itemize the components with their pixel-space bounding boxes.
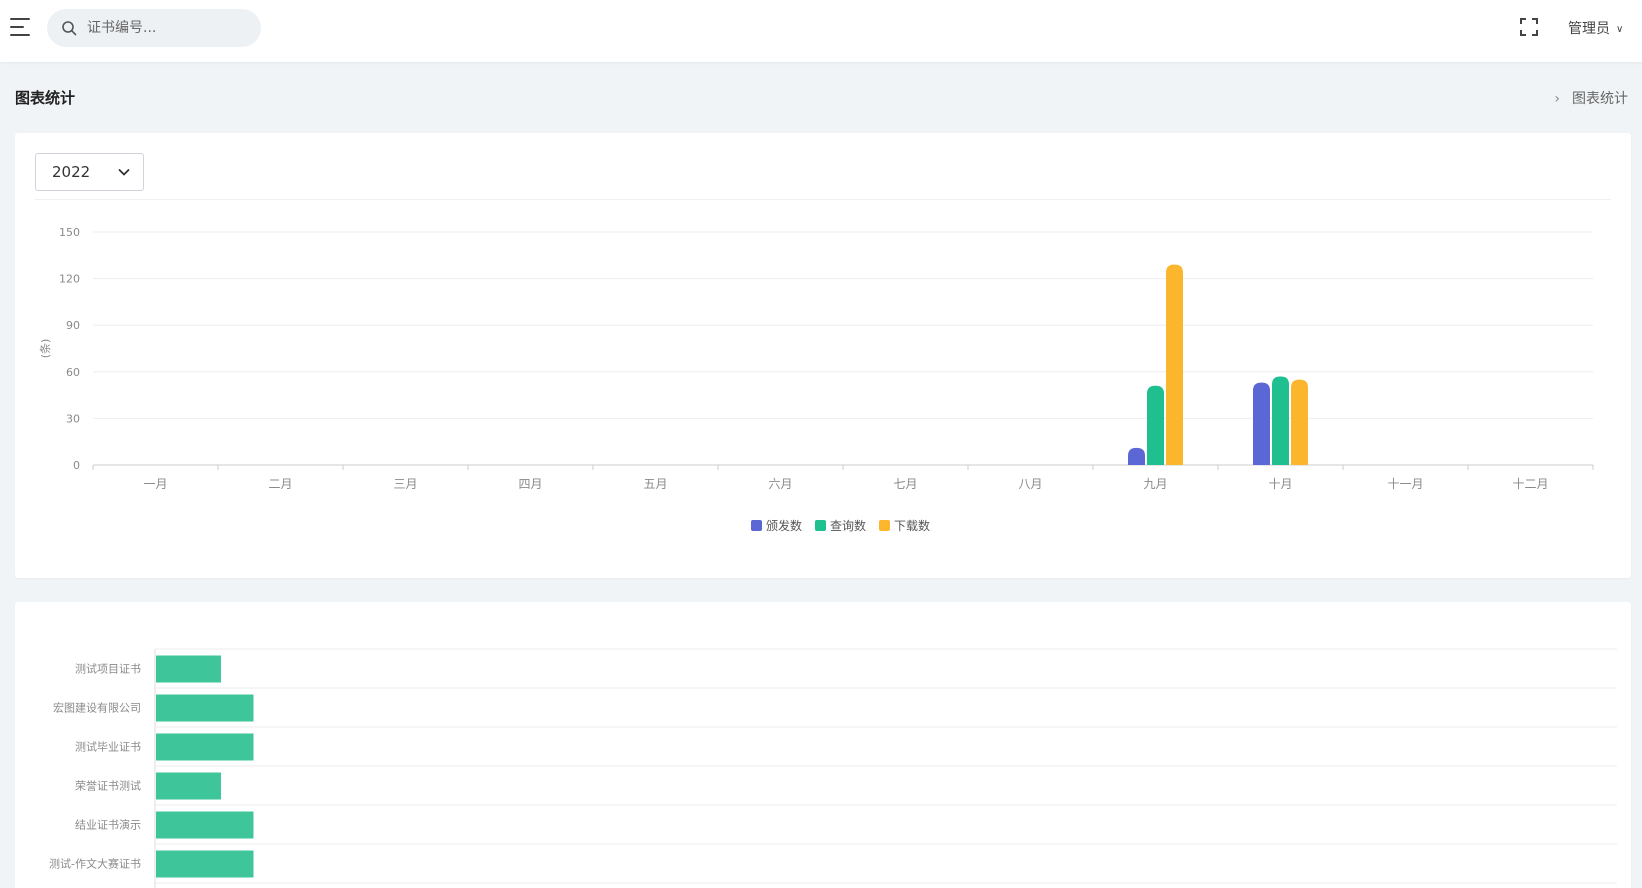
legend-swatch [751, 520, 762, 531]
breadcrumb-current[interactable]: 图表统计 [1572, 91, 1628, 107]
y-tick-label: 0 [73, 459, 80, 472]
y-tick-label: 150 [59, 226, 80, 239]
search-icon [62, 21, 77, 36]
x-tick-label: 五月 [643, 477, 667, 491]
x-tick-label: 八月 [1018, 477, 1042, 491]
x-tick-label: 一月 [143, 477, 167, 491]
legend-label: 下载数 [894, 518, 930, 533]
bar-3 [1166, 264, 1183, 465]
x-tick-label: 九月 [1143, 477, 1167, 491]
user-menu[interactable]: 管理员 ∨ [1568, 18, 1623, 38]
certificate-stats-card: 测试项目证书宏图建设有限公司测试毕业证书 荣誉证书测试 结业证书演示测试-作文大赛证… [15, 602, 1631, 888]
x-tick-label: 十二月 [1512, 477, 1548, 491]
y-tick-label: 30 [66, 412, 80, 425]
chevron-down-icon: ∨ [1616, 24, 1624, 35]
breadcrumb: › 图表统计 [1554, 88, 1628, 108]
y-tick-label: 测试-作文大赛证书 [49, 857, 141, 871]
y-tick-label: 60 [66, 366, 80, 379]
user-name: 管理员 [1568, 21, 1610, 37]
bar-1 [1128, 447, 1145, 465]
y-axis-label: (条) [38, 339, 52, 359]
x-tick-label: 七月 [893, 477, 917, 491]
y-tick-label: 结业证书演示 [75, 818, 141, 832]
legend-swatch [815, 520, 826, 531]
y-tick-label: 90 [66, 319, 80, 332]
x-tick-label: 四月 [518, 477, 542, 491]
monthly-bar-chart: 0 30 60 90 120 150 (条) 一月 二月 三月 四月 五月 六月 七月 八月 九月 十月 十一月 十… [38, 226, 1594, 533]
top-bar: 管理员 ∨ [0, 0, 1642, 62]
bar [156, 811, 254, 839]
x-tick-label: 六月 [768, 477, 792, 491]
y-tick-label: 荣誉证书测试 [75, 779, 141, 793]
legend-label: 颁发数 [766, 518, 802, 533]
legend-swatch [879, 520, 890, 531]
bar-2 [1272, 376, 1289, 465]
bar [156, 655, 221, 683]
y-tick-label: 宏图建设有限公司 [53, 701, 141, 715]
x-tick-label: 十一月 [1387, 477, 1423, 491]
page-title: 图表统计 [15, 89, 76, 107]
y-tick-label: 测试毕业证书 [75, 741, 141, 754]
x-tick-label: 二月 [268, 477, 292, 491]
bar-1 [1253, 382, 1270, 465]
monthly-stats-card: 2022 0 30 60 90 120 150 (条) 一月 二月 三月 四月 五月 六月 七月 八月 九月十… [15, 133, 1631, 578]
x-tick-label: 三月 [393, 477, 417, 491]
search-input[interactable] [87, 17, 247, 39]
fullscreen-icon[interactable] [1519, 17, 1539, 37]
bar-2 [1147, 385, 1164, 465]
bar [156, 850, 254, 878]
legend-label: 查询数 [830, 518, 866, 533]
x-tick-label: 十月 [1268, 477, 1292, 491]
bar [156, 772, 221, 800]
menu-toggle-icon[interactable] [10, 18, 30, 36]
bar [156, 733, 254, 761]
chevron-right-icon: › [1554, 91, 1560, 107]
y-tick-label: 测试项目证书 [75, 663, 141, 676]
bar [156, 694, 254, 722]
search-box [47, 9, 261, 47]
certificate-bar-chart: 测试项目证书宏图建设有限公司测试毕业证书荣誉证书测试结业证书演示测试-作文大赛证… [49, 648, 1617, 888]
bar-3 [1291, 379, 1308, 465]
y-tick-label: 120 [59, 273, 80, 286]
